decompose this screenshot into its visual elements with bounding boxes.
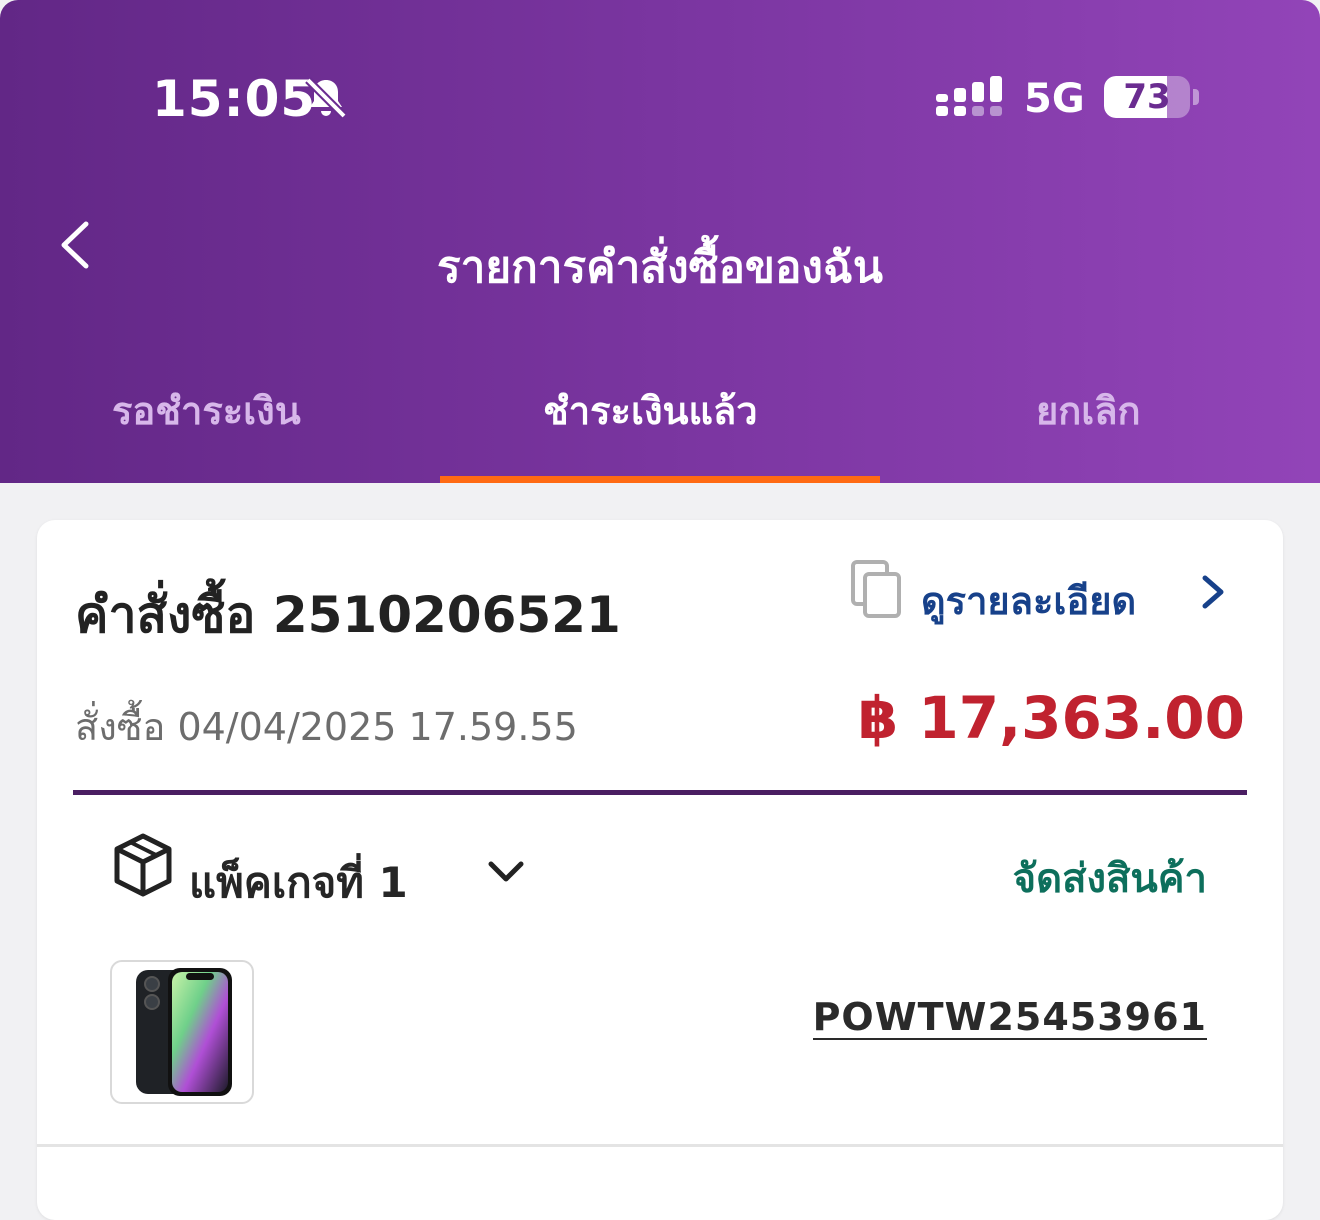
product-thumbnail[interactable] [110, 960, 254, 1104]
order-card: คำสั่งซื้อ 2510206521 ดูรายละเอียด สั่งซ… [37, 520, 1283, 1220]
order-date: สั่งซื้อ 04/04/2025 17.59.55 [75, 705, 578, 749]
tab-paid[interactable]: ชำระเงินแล้ว [543, 380, 758, 441]
package-box-icon [114, 833, 172, 897]
active-tab-indicator [440, 476, 880, 483]
chevron-down-icon[interactable] [485, 856, 527, 888]
order-total: ฿ 17,363.00 [857, 684, 1245, 752]
battery-tip [1193, 89, 1199, 105]
bell-slash-icon [305, 77, 347, 119]
card-separator [37, 1144, 1283, 1147]
app-header: 15:05 5G 73 รายการคำสั่งซื้อของฉัน รอชำร… [0, 0, 1320, 483]
battery-level: 73 [1123, 77, 1171, 117]
package-label: แพ็คเกจที่ 1 [189, 858, 408, 907]
copy-icon[interactable] [849, 560, 905, 620]
battery-icon: 73 [1104, 76, 1190, 118]
status-time: 15:05 [152, 70, 317, 128]
page-title: รายการคำสั่งซื้อของฉัน [437, 242, 883, 293]
divider [73, 790, 1247, 795]
shipping-status: จัดส่งสินค้า [1012, 856, 1207, 902]
network-type: 5G [1024, 76, 1085, 122]
view-details-link[interactable]: ดูรายละเอียด [921, 570, 1136, 631]
order-number: คำสั่งซื้อ 2510206521 [75, 586, 621, 644]
tracking-number[interactable]: POWTW25453961 [812, 996, 1207, 1040]
tab-cancelled[interactable]: ยกเลิก [1036, 380, 1141, 441]
phone-image [136, 968, 232, 1096]
tab-pending-payment[interactable]: รอชำระเงิน [112, 380, 301, 441]
signal-icon [936, 76, 1002, 116]
chevron-right-icon[interactable] [1195, 572, 1229, 612]
